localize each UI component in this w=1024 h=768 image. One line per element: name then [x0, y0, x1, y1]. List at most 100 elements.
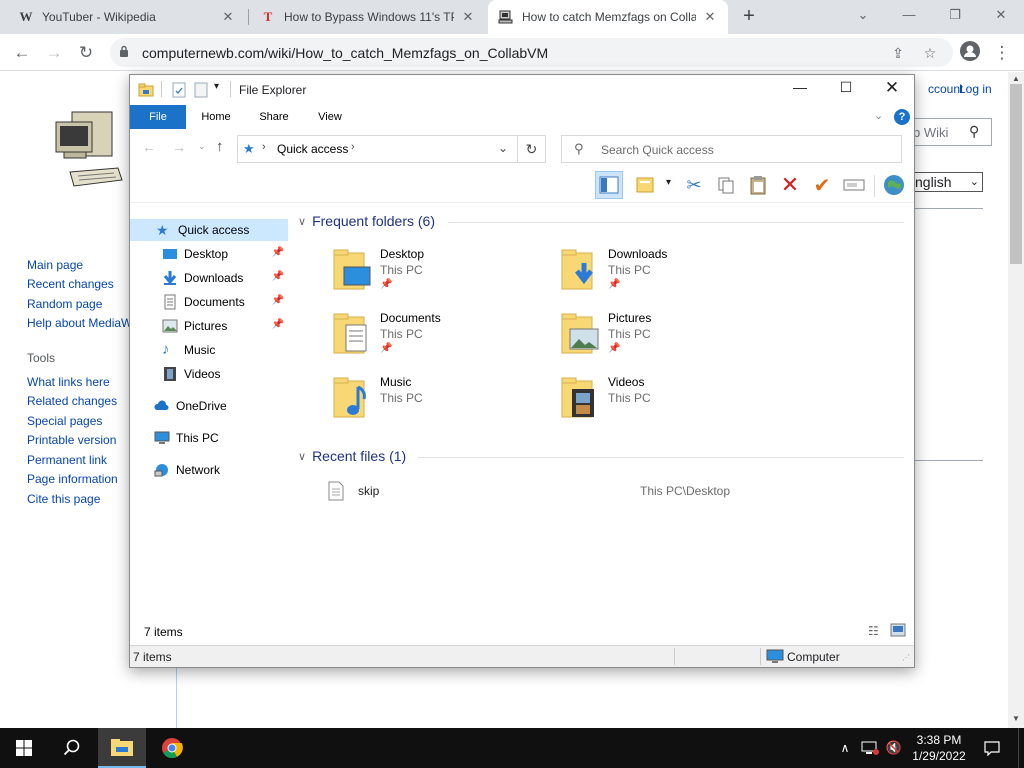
recent-locations-chevron-icon[interactable]: ⌄ — [198, 141, 206, 152]
scrollbar-thumb[interactable] — [1010, 84, 1022, 264]
network-status-icon[interactable] — [860, 728, 880, 768]
forward-arrow-icon[interactable]: → — [172, 139, 186, 155]
layout-icon[interactable] — [632, 171, 660, 199]
language-select[interactable]: nglish ⌄ — [910, 172, 983, 192]
show-hidden-icons-chevron-icon[interactable]: ∧ — [836, 728, 854, 768]
address-box[interactable]: ★ › Quick access › ⌄ — [237, 135, 518, 163]
tab-bypass-windows-11[interactable]: T How to Bypass Windows 11's TP ✕ — [250, 0, 486, 34]
paste-icon[interactable] — [744, 171, 772, 199]
address-history-chevron-icon[interactable]: ⌄ — [498, 141, 508, 155]
page-information-link[interactable]: Page information — [27, 472, 118, 486]
maximize-icon[interactable]: ☐ — [832, 79, 860, 101]
printable-version-link[interactable]: Printable version — [27, 433, 116, 447]
scroll-up-arrow-icon[interactable]: ▲ — [1012, 74, 1020, 83]
expand-ribbon-chevron-icon[interactable]: ⌄ — [874, 109, 883, 122]
search-icon[interactable]: ⚲ — [969, 123, 979, 140]
scroll-down-arrow-icon[interactable]: ▼ — [1012, 714, 1020, 723]
show-desktop-button[interactable] — [1018, 728, 1024, 768]
nav-item-this-pc[interactable]: This PC — [130, 427, 288, 449]
system-clock[interactable]: 3:38 PM 1/29/2022 — [905, 732, 973, 764]
folder-tile-downloads[interactable]: Downloads This PC 📌 — [560, 247, 780, 307]
nav-item-pictures[interactable]: Pictures 📌 — [130, 315, 288, 337]
close-tab-icon[interactable]: ✕ — [460, 9, 476, 25]
pin-icon[interactable]: 📌 — [272, 271, 284, 282]
folder-tile-desktop[interactable]: Desktop This PC 📌 — [332, 247, 552, 307]
tab-home[interactable]: Home — [194, 105, 238, 129]
copy-icon[interactable] — [712, 171, 740, 199]
what-links-here-link[interactable]: What links here — [27, 375, 110, 389]
nav-item-music[interactable]: ♪ Music — [130, 339, 288, 361]
wiki-logo-computer-icon[interactable] — [52, 108, 124, 192]
folder-tile-pictures[interactable]: Pictures This PC 📌 — [560, 311, 780, 371]
new-tab-button[interactable]: + — [738, 6, 760, 28]
folder-tile-documents[interactable]: Documents This PC 📌 — [332, 311, 552, 371]
breadcrumb-quick-access[interactable]: Quick access — [277, 142, 348, 156]
breadcrumb-chevron-icon[interactable]: › — [262, 141, 266, 153]
explorer-title-bar[interactable]: ▾ File Explorer — ☐ ✕ — [130, 75, 914, 105]
tab-memzfags-collabvm[interactable]: How to catch Memzfags on Colla ✕ — [488, 0, 728, 34]
back-arrow-icon[interactable]: ← — [10, 41, 34, 65]
globe-icon[interactable] — [880, 171, 908, 199]
random-page-link[interactable]: Random page — [27, 297, 102, 311]
preview-pane-icon[interactable] — [595, 171, 623, 199]
folder-tile-videos[interactable]: Videos This PC — [560, 375, 780, 435]
recent-file-row[interactable]: skip This PC\Desktop — [328, 479, 888, 503]
search-quick-access-input[interactable]: ⚲ Search Quick access — [561, 135, 902, 163]
forward-arrow-icon[interactable]: → — [42, 41, 66, 65]
details-view-icon[interactable]: ☷ — [868, 624, 879, 638]
help-icon[interactable]: ? — [894, 109, 910, 125]
close-tab-icon[interactable]: ✕ — [220, 9, 236, 25]
taskbar-search-button[interactable] — [48, 728, 96, 768]
volume-muted-icon[interactable]: 🔇 — [884, 728, 904, 768]
cut-icon[interactable]: ✂ — [680, 171, 708, 199]
share-icon[interactable]: ⇪ — [888, 43, 908, 63]
nav-item-quick-access[interactable]: ★ Quick access — [130, 219, 288, 241]
main-page-link[interactable]: Main page — [27, 258, 83, 272]
browser-menu-icon[interactable]: ⋮ — [990, 41, 1014, 65]
collapse-chevron-icon[interactable]: ∨ — [298, 215, 306, 228]
special-pages-link[interactable]: Special pages — [27, 414, 102, 428]
tab-file[interactable]: File — [130, 105, 186, 129]
recent-files-heading[interactable]: ∨ Recent files (1) — [298, 448, 406, 464]
large-icons-view-icon[interactable] — [890, 623, 906, 640]
login-link[interactable]: Log in — [959, 82, 992, 96]
notifications-icon[interactable] — [980, 728, 1004, 768]
nav-item-onedrive[interactable]: OneDrive — [130, 395, 288, 417]
new-folder-quick-icon[interactable] — [194, 82, 208, 98]
restore-icon[interactable]: ❐ — [942, 4, 968, 26]
taskbar-file-explorer[interactable] — [98, 728, 146, 768]
close-window-icon[interactable]: ✕ — [988, 4, 1014, 26]
frequent-folders-heading[interactable]: ∨ Frequent folders (6) — [298, 213, 435, 229]
reload-icon[interactable]: ↻ — [74, 41, 98, 65]
bookmark-star-icon[interactable]: ☆ — [920, 43, 940, 63]
pin-icon[interactable]: 📌 — [272, 319, 284, 330]
breadcrumb-chevron-icon[interactable]: › — [351, 141, 355, 153]
close-tab-icon[interactable]: ✕ — [702, 9, 718, 25]
nav-item-videos[interactable]: Videos — [130, 363, 288, 385]
nav-item-downloads[interactable]: Downloads 📌 — [130, 267, 288, 289]
folder-tile-music[interactable]: Music This PC — [332, 375, 552, 435]
customize-toolbar-chevron-icon[interactable]: ▾ — [214, 81, 219, 92]
delete-icon[interactable]: ✕ — [776, 171, 804, 199]
taskbar-chrome[interactable] — [148, 728, 196, 768]
nav-item-network[interactable]: Network — [130, 459, 288, 481]
pin-icon[interactable]: 📌 — [272, 247, 284, 258]
tab-share[interactable]: Share — [252, 105, 296, 129]
nav-item-documents[interactable]: Documents 📌 — [130, 291, 288, 313]
tab-youtuber-wikipedia[interactable]: W YouTuber - Wikipedia ✕ — [8, 0, 246, 34]
address-bar[interactable]: computernewb.com/wiki/How_to_catch_Memzf… — [110, 38, 953, 67]
properties-quick-icon[interactable] — [172, 82, 186, 98]
permanent-link[interactable]: Permanent link — [27, 453, 107, 467]
up-arrow-icon[interactable]: ↑ — [216, 138, 224, 155]
related-changes-link[interactable]: Related changes — [27, 394, 117, 408]
minimize-icon[interactable]: — — [896, 4, 922, 26]
start-button[interactable] — [0, 728, 48, 768]
pin-icon[interactable]: 📌 — [272, 295, 284, 306]
collapse-chevron-icon[interactable]: ∨ — [298, 450, 306, 463]
page-scrollbar[interactable]: ▲ ▼ — [1008, 72, 1024, 728]
recent-changes-link[interactable]: Recent changes — [27, 277, 114, 291]
properties-check-icon[interactable]: ✔ — [808, 171, 836, 199]
help-link[interactable]: Help about MediaW — [27, 316, 132, 330]
minimize-icon[interactable]: — — [786, 79, 814, 101]
back-arrow-icon[interactable]: ← — [142, 139, 156, 155]
